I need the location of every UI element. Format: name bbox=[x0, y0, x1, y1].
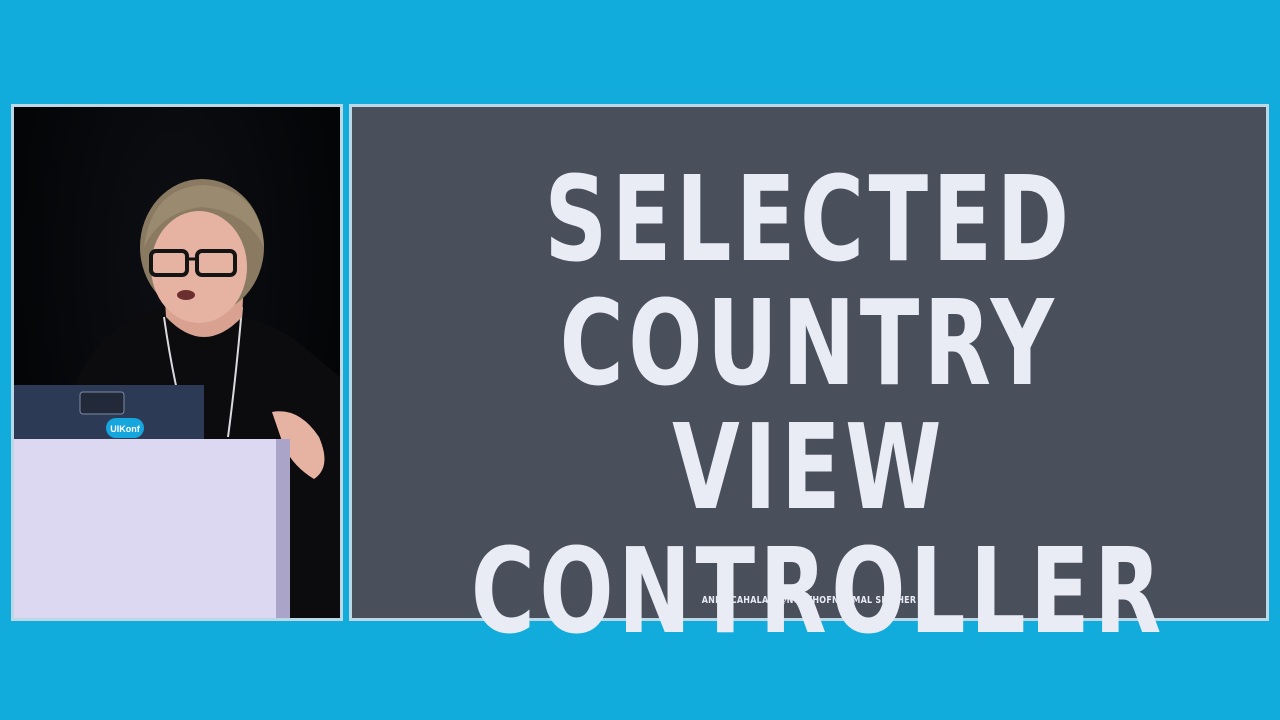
slide-title-line-2: COUNTRY VIEW bbox=[559, 274, 1059, 536]
slide-title: SELECTED COUNTRY VIEW CONTROLLER bbox=[470, 150, 1166, 660]
laptop-sticker-skyline bbox=[79, 391, 125, 415]
podium-front bbox=[14, 439, 276, 618]
speaker-mouth bbox=[177, 290, 195, 300]
slide-title-line-1: SELECTED bbox=[544, 150, 1074, 288]
podium-side bbox=[276, 439, 290, 618]
slide-credit: ANNE CAHALAN @NORTHOFNORMAL SHE/HER bbox=[701, 595, 917, 606]
laptop-sticker-text: UIKonf bbox=[110, 424, 140, 434]
slide-panel: SELECTED COUNTRY VIEW CONTROLLER ANNE CA… bbox=[349, 104, 1269, 653]
speaker-video-panel: UIKonf bbox=[11, 104, 343, 621]
speaker-illustration: UIKonf bbox=[14, 179, 340, 618]
slide-title-line-3: CONTROLLER bbox=[470, 522, 1166, 660]
